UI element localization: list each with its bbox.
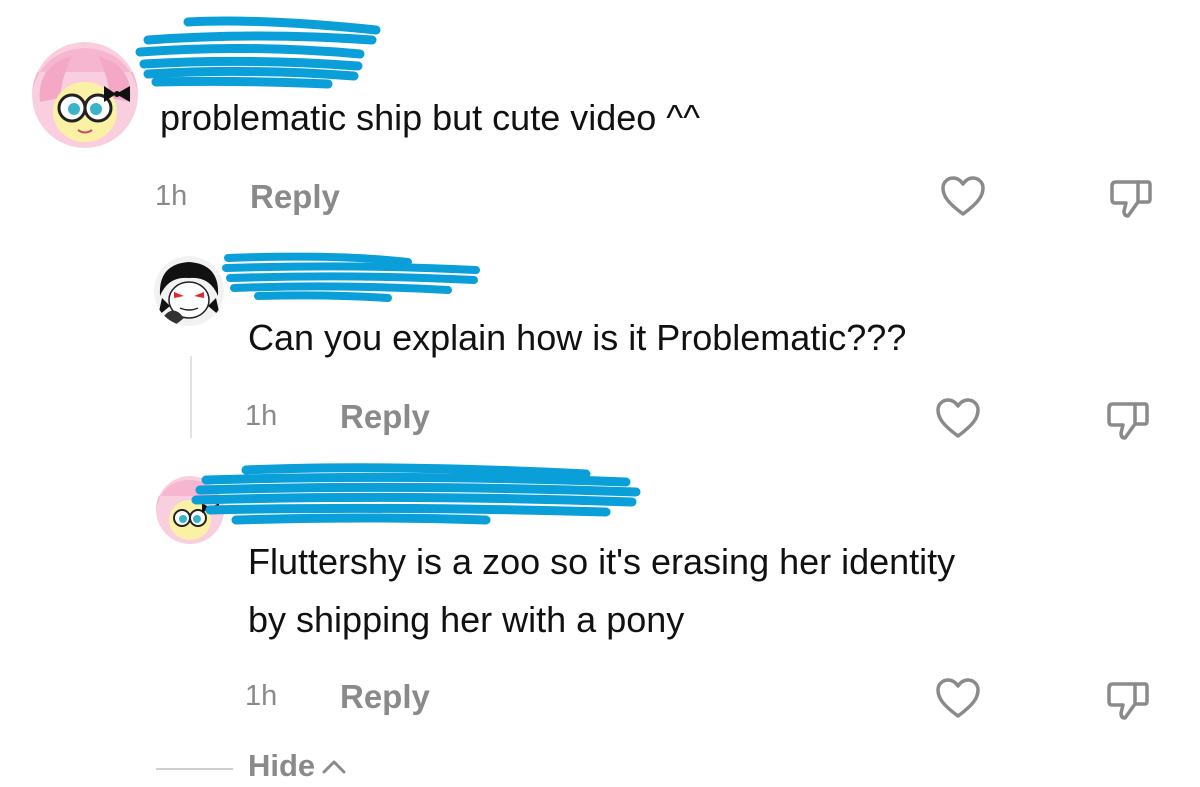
reply-button[interactable]: Reply (340, 398, 430, 436)
dislike-button[interactable] (1105, 678, 1151, 724)
like-button[interactable] (935, 676, 981, 722)
comment-text-line: by shipping her with a pony (248, 599, 685, 640)
redacted-username (191, 463, 641, 525)
redacted-username (222, 252, 480, 302)
like-button[interactable] (935, 396, 981, 442)
heart-icon (941, 176, 985, 216)
comment-text: problematic ship but cute video ^^ (160, 97, 701, 138)
hide-replies-button[interactable]: Hide (248, 748, 347, 784)
comment-text-line: Fluttershy is a zoo so it's erasing her … (248, 541, 956, 582)
chevron-up-icon (322, 760, 346, 774)
dislike-icon (1110, 180, 1152, 218)
avatar[interactable] (32, 42, 138, 148)
dislike-icon (1107, 682, 1149, 720)
thread-line (190, 356, 192, 438)
dislike-icon (1107, 402, 1149, 440)
avatar[interactable] (156, 476, 224, 544)
dislike-button[interactable] (1108, 176, 1154, 222)
heart-icon (936, 398, 980, 438)
timestamp: 1h (245, 400, 278, 432)
comment-text: Can you explain how is it Problematic??? (248, 317, 907, 358)
redacted-username (135, 16, 381, 89)
divider (156, 768, 233, 770)
reply-button[interactable]: Reply (250, 178, 340, 216)
heart-icon (936, 678, 980, 718)
avatar[interactable] (154, 256, 224, 326)
timestamp: 1h (155, 180, 188, 212)
hide-label: Hide (248, 748, 316, 783)
like-button[interactable] (940, 174, 986, 220)
timestamp: 1h (245, 680, 278, 712)
dislike-button[interactable] (1105, 398, 1151, 444)
reply-button[interactable]: Reply (340, 678, 430, 716)
